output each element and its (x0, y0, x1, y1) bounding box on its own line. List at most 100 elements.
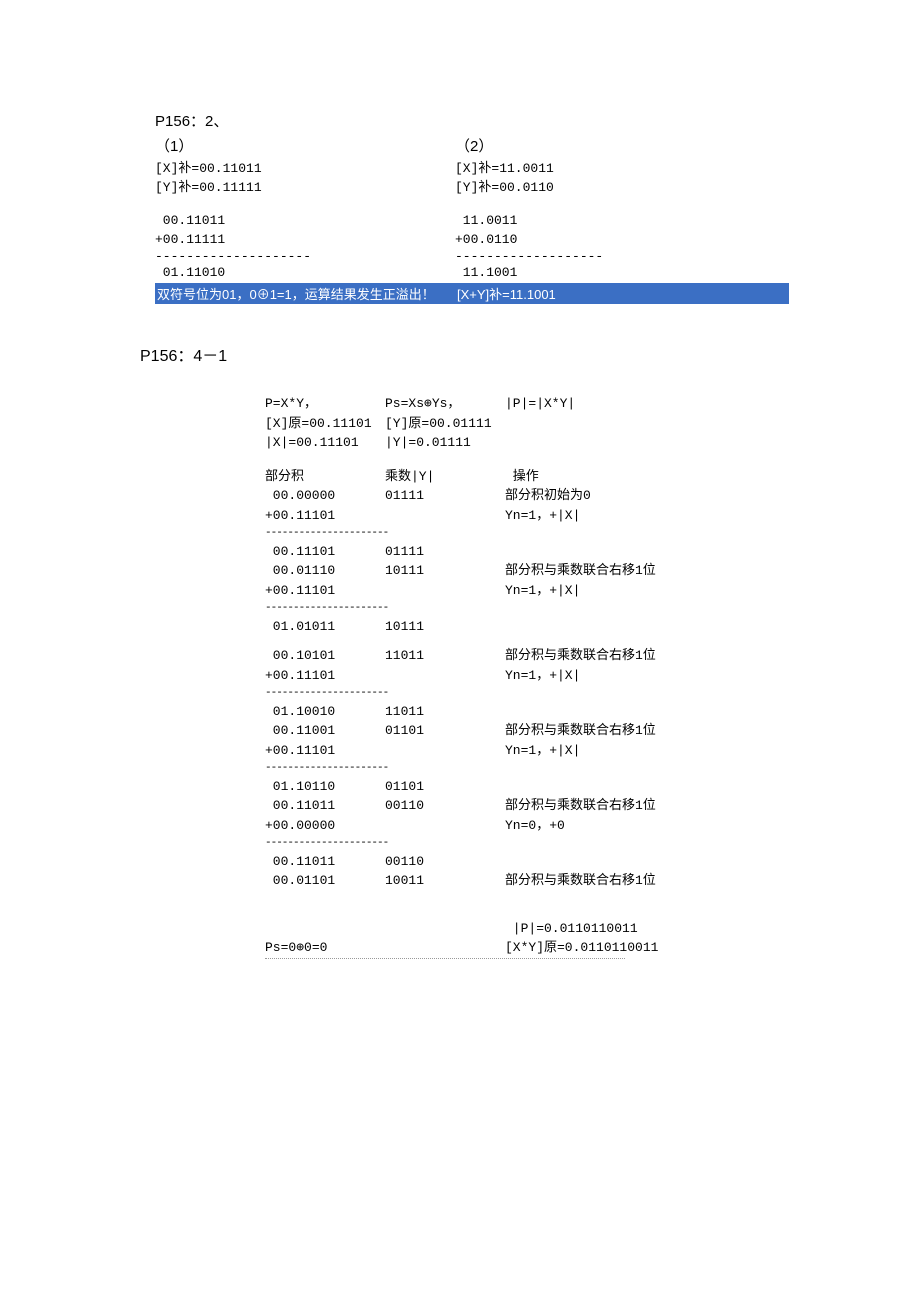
mult-cell: 11011 (385, 646, 505, 666)
blank (385, 938, 505, 958)
mult-row: 00.1100101101部分积与乘数联合右移1位 (265, 721, 800, 741)
mult-row: 00.1101100110部分积与乘数联合右移1位 (265, 796, 800, 816)
mult-cell: 部分积初始为0 (505, 486, 591, 506)
mult-cell: 01.10010 (265, 702, 385, 722)
mult-row: 01.0101110111 (265, 617, 800, 637)
mult-cell: Yn=1，+|X| (505, 666, 580, 686)
spacer (265, 891, 800, 919)
mult-row: 00.0000001111部分积初始为0 (265, 486, 800, 506)
th-c1: 部分积 (265, 467, 385, 487)
p1-b: +00.11111 (155, 231, 455, 250)
p2-x: [X]补=11.0011 (455, 160, 785, 179)
p1-sep: -------------------- (155, 249, 455, 264)
mult-rows-container: 00.0000001111部分积初始为0+00.11101Yn=1，+|X|--… (265, 486, 800, 891)
p1-label: （1） (155, 135, 455, 156)
p2-y: [Y]补=00.0110 (455, 179, 785, 198)
spacer (155, 198, 455, 212)
mult-row: 00.1101100110 (265, 852, 800, 872)
row-separator: ---------------------- (265, 835, 800, 852)
mult-cell (385, 741, 505, 761)
p1-note: 双符号位为01，0⊕1=1，运算结果发生正溢出！ (157, 284, 457, 303)
mult-cell: 部分积与乘数联合右移1位 (505, 561, 656, 581)
mult-row: 00.1010111011部分积与乘数联合右移1位 (265, 646, 800, 666)
mult-cell: 00.10101 (265, 646, 385, 666)
blank (385, 919, 505, 939)
document-page: P156：2、 （1） [X]补=00.11011 [Y]补=00.11111 … (0, 0, 920, 999)
mult-row: 00.0111010111部分积与乘数联合右移1位 (265, 561, 800, 581)
row-separator: ---------------------- (265, 685, 800, 702)
mult-cell: 00.01110 (265, 561, 385, 581)
mult-cell: +00.11101 (265, 741, 385, 761)
mult-cell: 00.11011 (265, 852, 385, 872)
spacer (265, 636, 800, 646)
mult-cell: 00.11001 (265, 721, 385, 741)
blank (265, 919, 385, 939)
mult-cell (385, 666, 505, 686)
mult-cell: 01.10110 (265, 777, 385, 797)
mult-header-3: |X|=00.11101 |Y|=0.01111 (265, 433, 800, 453)
mult-cell (385, 581, 505, 601)
mult-cell: Yn=0，+0 (505, 816, 565, 836)
mult-cell: 01.01011 (265, 617, 385, 637)
mult-cell: +00.11101 (265, 506, 385, 526)
p2-label: （2） (455, 135, 785, 156)
mult-cell: 00.11011 (265, 796, 385, 816)
mult-row: +00.11101 Yn=1，+|X| (265, 666, 800, 686)
hdr-c3a: |P|=|X*Y| (505, 394, 575, 414)
mult-cell: 部分积与乘数联合右移1位 (505, 646, 656, 666)
mult-header-2: [X]原=00.11101 [Y]原=00.01111 (265, 414, 800, 434)
hdr-c2a: Ps=Xs⊕Ys， (385, 394, 505, 414)
final-p2: [X*Y]原=0.0110110011 (505, 938, 658, 958)
th-c2: 乘数|Y| (385, 467, 505, 487)
mult-table-header: 部分积 乘数|Y| 操作 (265, 467, 800, 487)
mult-cell: 00.00000 (265, 486, 385, 506)
final-p1: |P|=0.0110110011 (505, 919, 638, 939)
section1-title: P156：2、 (155, 110, 800, 131)
mult-row: 01.1011001101 (265, 777, 800, 797)
mult-cell: 01101 (385, 777, 505, 797)
hdr-c2c: |Y|=0.01111 (385, 433, 505, 453)
problem-2: （2） [X]补=11.0011 [Y]补=00.0110 11.0011 +0… (455, 135, 785, 283)
mult-cell: 部分积与乘数联合右移1位 (505, 796, 656, 816)
p1-y: [Y]补=00.11111 (155, 179, 455, 198)
mult-row: +00.11101 Yn=1，+|X| (265, 506, 800, 526)
problem-1: （1） [X]补=00.11011 [Y]补=00.11111 00.11011… (155, 135, 455, 283)
row-separator: ---------------------- (265, 600, 800, 617)
p2-a: 11.0011 (455, 212, 785, 231)
mult-cell: Yn=1，+|X| (505, 741, 580, 761)
p1-a: 00.11011 (155, 212, 455, 231)
final-row-1: |P|=0.0110110011 (265, 919, 800, 939)
hdr-c1c: |X|=00.11101 (265, 433, 385, 453)
mult-cell: +00.00000 (265, 816, 385, 836)
mult-cell: Yn=1，+|X| (505, 506, 580, 526)
p1-result: 01.11010 (155, 264, 455, 283)
highlight-row: 双符号位为01，0⊕1=1，运算结果发生正溢出！ [X+Y]补=11.1001 (155, 283, 789, 304)
final-ps: Ps=0⊕0=0 (265, 938, 385, 958)
mult-cell: +00.11101 (265, 666, 385, 686)
mult-cell: 00110 (385, 796, 505, 816)
mult-row: 01.1001011011 (265, 702, 800, 722)
p2-b: +00.0110 (455, 231, 785, 250)
mult-cell: 11011 (385, 702, 505, 722)
mult-row: +00.11101 Yn=1，+|X| (265, 581, 800, 601)
final-row-2: Ps=0⊕0=0 [X*Y]原=0.0110110011 (265, 938, 800, 958)
mult-row: 00.1110101111 (265, 542, 800, 562)
mult-cell: 00110 (385, 852, 505, 872)
hdr-c1b: [X]原=00.11101 (265, 414, 385, 434)
final-separator (265, 958, 625, 959)
mult-row: +00.11101 Yn=1，+|X| (265, 741, 800, 761)
mult-cell: +00.11101 (265, 581, 385, 601)
hdr-c1a: P=X*Y， (265, 394, 385, 414)
mult-cell: Yn=1，+|X| (505, 581, 580, 601)
p2-note: [X+Y]补=11.1001 (457, 284, 556, 303)
section1-columns: （1） [X]补=00.11011 [Y]补=00.11111 00.11011… (155, 135, 800, 283)
p1-x: [X]补=00.11011 (155, 160, 455, 179)
mult-cell: 10111 (385, 561, 505, 581)
row-separator: ---------------------- (265, 760, 800, 777)
mult-cell: 10111 (385, 617, 505, 637)
mult-cell: 00.11101 (265, 542, 385, 562)
p2-sep: ------------------- (455, 249, 785, 264)
mult-cell (385, 506, 505, 526)
hdr-c2b: [Y]原=00.01111 (385, 414, 505, 434)
mult-cell (385, 816, 505, 836)
